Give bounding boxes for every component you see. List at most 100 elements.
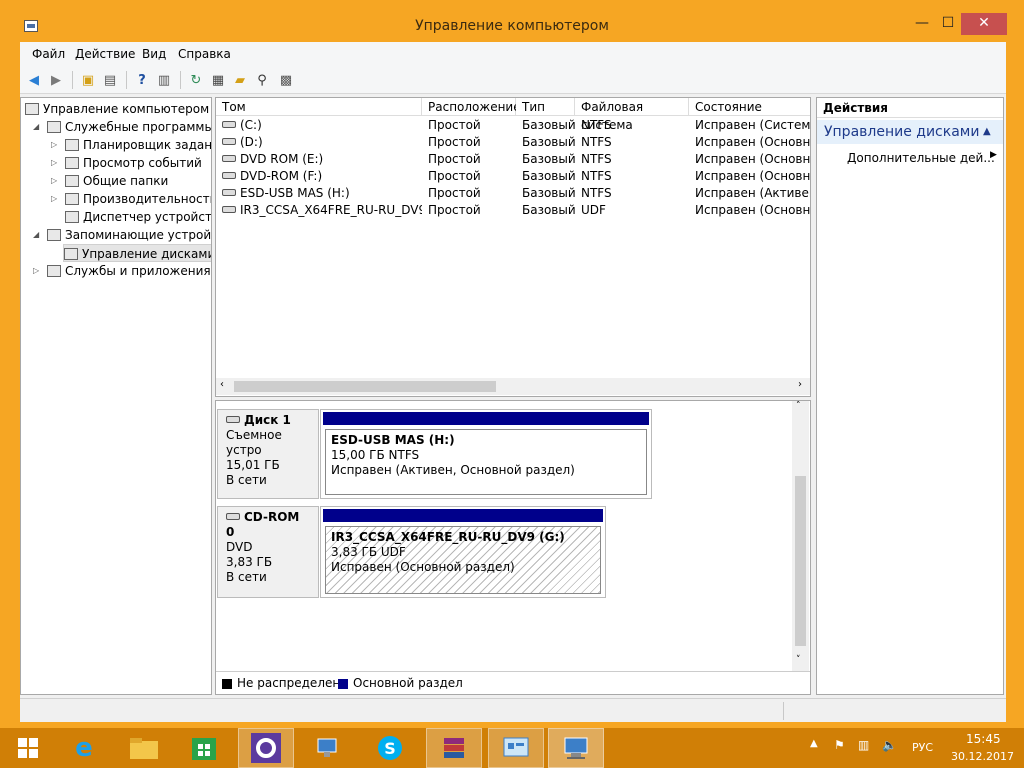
column-header-volume[interactable]: Том [216, 98, 422, 116]
taskbar-ie[interactable]: e [56, 728, 112, 768]
column-header-layout[interactable]: Расположение [422, 98, 521, 116]
show-hide-action-pane-icon[interactable]: ▥ [154, 70, 174, 90]
tree-item-performance[interactable]: ▷ Производительность [51, 190, 211, 208]
cell-volume: DVD-ROM (F:) [222, 168, 422, 185]
menu-action[interactable]: Действие [75, 47, 135, 61]
clock-date[interactable]: 30.12.2017 [951, 750, 1014, 763]
collapse-arrow-icon[interactable]: ◢ [33, 226, 39, 244]
start-button[interactable] [0, 728, 56, 768]
taskbar-control-panel[interactable] [488, 728, 544, 768]
collapse-arrow-icon[interactable]: ◢ [33, 118, 39, 136]
scroll-down-arrow-icon[interactable]: ˅ [796, 655, 801, 665]
taskbar-winrar[interactable] [426, 728, 482, 768]
legend-unallocated: Не распределена [237, 676, 348, 690]
file-explorer-icon [130, 738, 158, 759]
actions-disk-management[interactable]: Управление дисками ▲ [817, 120, 1003, 144]
table-row[interactable]: DVD ROM (E:) Простой Базовый NTFS Исправен (… [216, 151, 810, 168]
table-row[interactable]: IR3_CCSA_X64FRE_RU-RU_DV9 (G:) Простой Баз… [216, 202, 811, 219]
expand-arrow-icon[interactable]: ▷ [51, 172, 57, 190]
taskbar-settings[interactable] [238, 728, 294, 768]
disk-1-partition-h[interactable]: ESD-USB MAS (H:) 15,00 ГБ NTFS Исправен … [320, 409, 652, 499]
tree-item-device-manager[interactable]: Диспетчер устройств [65, 208, 211, 226]
scroll-thumb[interactable] [795, 476, 806, 646]
taskbar-computer-management[interactable] [548, 728, 604, 768]
expand-arrow-icon[interactable]: ▷ [51, 190, 57, 208]
minimize-button[interactable]: — [909, 13, 935, 35]
taskbar-skype[interactable]: S [362, 728, 418, 768]
console-tree: Управление компьютером (л ◢ Служебные пр… [20, 97, 212, 695]
tray-flag-icon[interactable]: ⚑ [834, 738, 845, 752]
table-row[interactable]: DVD-ROM (F:) Простой Базовый NTFS Исправен (… [216, 168, 810, 185]
graph-vertical-scrollbar[interactable]: ˄ ˅ [792, 401, 809, 671]
table-row[interactable]: ESD-USB MAS (H:) Простой Базовый NTFS Исправ… [216, 185, 810, 202]
taskbar-store[interactable] [176, 728, 232, 768]
tree-item-event-viewer[interactable]: ▷ Просмотр событий [51, 154, 202, 172]
tree-item-task-scheduler[interactable]: ▷ Планировщик заданий [51, 136, 211, 154]
collapse-up-icon[interactable]: ▲ [983, 120, 991, 144]
expand-arrow-icon[interactable]: ▷ [33, 262, 39, 280]
up-folder-icon[interactable]: ▣ [78, 70, 98, 90]
tree-item-disk-management[interactable]: Управление дисками [63, 244, 211, 262]
tray-volume-icon[interactable]: 🔈 [882, 738, 897, 752]
column-header-status[interactable]: Состояние [689, 98, 810, 116]
tree-item-system-tools[interactable]: ◢ Служебные программы [33, 118, 211, 136]
taskbar-network[interactable] [300, 728, 356, 768]
device-manager-icon [65, 211, 79, 223]
title-bar[interactable]: Управление компьютером — ☐ ✕ [0, 0, 1024, 42]
cell-filesystem: NTFS [581, 169, 612, 183]
cell-filesystem: NTFS [581, 152, 612, 166]
tray-language[interactable]: РУС [912, 741, 933, 754]
maximize-button[interactable]: ☐ [935, 13, 961, 35]
column-header-type[interactable]: Тип [516, 98, 575, 116]
volume-icon [222, 189, 236, 196]
scroll-left-arrow-icon[interactable]: ‹ [220, 379, 224, 390]
cdrom-0-label[interactable]: CD-ROM 0 DVD 3,83 ГБ В сети [217, 506, 319, 598]
tree-item-computer-management[interactable]: Управление компьютером (л [25, 100, 211, 118]
help-icon[interactable]: ? [132, 70, 152, 90]
start-icon [18, 738, 38, 758]
cdrom-0-partition-g[interactable]: IR3_CCSA_X64FRE_RU-RU_DV9 (G:) 3,83 ГБ U… [320, 506, 606, 598]
tray-overflow-icon[interactable]: ▲ [810, 738, 818, 749]
store-icon [192, 738, 216, 760]
close-button[interactable]: ✕ [961, 13, 1007, 35]
scroll-thumb[interactable] [234, 381, 496, 392]
back-icon[interactable]: ◀ [24, 70, 44, 90]
show-hide-tree-icon[interactable]: ▤ [100, 70, 120, 90]
submenu-arrow-icon[interactable]: ▶ [990, 150, 997, 160]
scroll-right-arrow-icon[interactable]: › [798, 379, 802, 390]
scroll-up-arrow-icon[interactable]: ˄ [796, 401, 801, 411]
open-folder-icon[interactable]: ▰ [230, 70, 250, 90]
expand-arrow-icon[interactable]: ▷ [51, 154, 57, 172]
search-icon[interactable]: ⚲ [252, 70, 272, 90]
tray-network-icon[interactable]: ▥ [858, 738, 869, 752]
tree-item-shared-folders[interactable]: ▷ Общие папки [51, 172, 168, 190]
tree-item-services-apps[interactable]: ▷ Службы и приложения [33, 262, 211, 280]
disk-1-label[interactable]: Диск 1 Съемное устро 15,01 ГБ В сети [217, 409, 319, 499]
cell-volume: (C:) [222, 117, 422, 134]
table-row[interactable]: (D:) Простой Базовый NTFS Исправен (Основной [216, 134, 810, 151]
properties-icon[interactable]: ▦ [208, 70, 228, 90]
skype-icon: S [378, 736, 402, 760]
column-header-filesystem[interactable]: Файловая система [575, 98, 689, 132]
volume-icon [222, 206, 236, 213]
clock-time[interactable]: 15:45 [966, 732, 1001, 746]
table-row[interactable]: (C:) Простой Базовый NTFS Исправен (Система, [216, 117, 810, 134]
forward-icon[interactable]: ▶ [46, 70, 66, 90]
expand-arrow-icon[interactable]: ▷ [51, 136, 57, 154]
network-icon [317, 738, 337, 757]
menu-view[interactable]: Вид [142, 47, 166, 61]
volume-icon [222, 155, 236, 162]
cell-status: Исправен (Основной [695, 203, 811, 217]
volume-icon [222, 172, 236, 179]
export-icon[interactable]: ▩ [276, 70, 296, 90]
refresh-icon[interactable]: ↻ [186, 70, 206, 90]
clock-icon [65, 139, 79, 151]
client-area: Файл Действие Вид Справка ◀ ▶ ▣ ▤ ? ▥ ↻ … [20, 42, 1006, 722]
volume-horizontal-scrollbar[interactable]: ‹ › [216, 378, 810, 395]
actions-pane: Действия Управление дисками ▲ Дополнител… [816, 97, 1004, 695]
taskbar-explorer[interactable] [116, 728, 172, 768]
menu-file[interactable]: Файл [32, 47, 65, 61]
menu-help[interactable]: Справка [178, 47, 231, 61]
actions-more[interactable]: Дополнительные дей... [847, 149, 995, 167]
tree-item-storage[interactable]: ◢ Запоминающие устройст [33, 226, 211, 244]
